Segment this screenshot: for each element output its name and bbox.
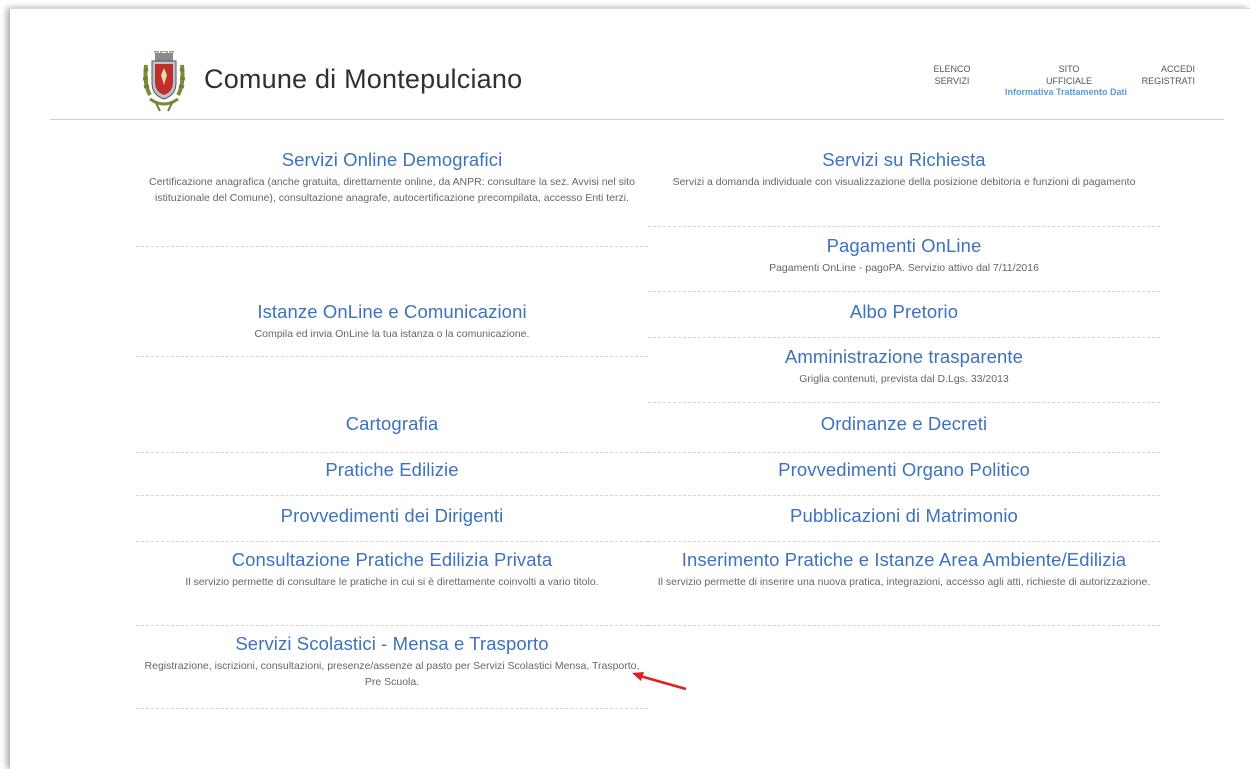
service-ordinanze-decreti: Ordinanze e Decreti [648,413,1160,453]
service-description: Pagamenti OnLine - pagoPA. Servizio atti… [769,262,1039,274]
service-provvedimenti-dirigenti: Provvedimenti dei Dirigenti [136,505,648,542]
service-title-link[interactable]: Provvedimenti Organo Politico [648,459,1160,481]
service-albo-pretorio: Albo Pretorio [648,301,1160,338]
nav-informativa-link[interactable]: Informativa Trattamento Dati [996,87,1136,97]
service-title-link[interactable]: Servizi Scolastici - Mensa e Trasporto [136,633,648,655]
service-title-link[interactable]: Pagamenti OnLine [648,235,1160,257]
service-provvedimenti-organo-politico: Provvedimenti Organo Politico [648,459,1160,496]
service-title-link[interactable]: Albo Pretorio [648,301,1160,323]
service-istanze-online: Istanze OnLine e Comunicazioni Compila e… [136,301,648,357]
coat-of-arms-icon[interactable] [136,51,192,113]
service-description: Servizi a domanda individuale con visual… [672,176,1136,188]
service-description: Il servizio permette di inserire una nuo… [657,576,1151,588]
service-pubblicazioni-matrimonio: Pubblicazioni di Matrimonio [648,505,1160,542]
service-consultazione-pratiche: Consultazione Pratiche Edilizia Privata … [136,549,648,626]
service-title-link[interactable]: Pratiche Edilizie [136,459,648,481]
service-description: Il servizio permette di consultare le pr… [185,576,599,588]
service-pagamenti-online: Pagamenti OnLine Pagamenti OnLine - pago… [648,235,1160,292]
page-frame: Comune di Montepulciano ELENCO SERVIZI S… [10,8,1250,769]
service-pratiche-edilizie: Pratiche Edilizie [136,459,648,496]
header-divider [50,119,1224,120]
service-title-link[interactable]: Servizi su Richiesta [648,149,1160,171]
nav-elenco-servizi[interactable]: ELENCO SERVIZI [932,63,972,87]
service-cartografia: Cartografia [136,413,648,453]
nav-elenco-line2: SERVIZI [934,76,970,86]
nav-sito-line1: SITO [1058,64,1080,74]
top-navigation: ELENCO SERVIZI SITO UFFICIALE ACCEDI REG… [910,63,1210,123]
service-title-link[interactable]: Ordinanze e Decreti [648,413,1160,435]
service-title-link[interactable]: Amministrazione trasparente [648,346,1160,368]
service-description: Registrazione, iscrizioni, consultazioni… [144,660,640,688]
service-description: Compila ed invia OnLine la tua istanza o… [254,328,530,340]
service-title-link[interactable]: Istanze OnLine e Comunicazioni [136,301,648,323]
service-description: Griglia contenuti, prevista dal D.Lgs. 3… [799,373,1009,385]
nav-accedi-line1: ACCEDI [1160,64,1195,74]
service-title-link[interactable]: Provvedimenti dei Dirigenti [136,505,648,527]
service-title-link[interactable]: Pubblicazioni di Matrimonio [648,505,1160,527]
service-amministrazione-trasparente: Amministrazione trasparente Griglia cont… [648,346,1160,403]
red-arrow-annotation-icon [632,672,687,691]
service-servizi-su-richiesta: Servizi su Richiesta Servizi a domanda i… [648,149,1160,227]
service-title-link[interactable]: Inserimento Pratiche e Istanze Area Ambi… [648,549,1160,571]
service-servizi-scolastici: Servizi Scolastici - Mensa e Trasporto R… [136,633,648,709]
service-title-link[interactable]: Consultazione Pratiche Edilizia Privata [136,549,648,571]
nav-accedi-line2: REGISTRATI [1141,76,1195,86]
nav-elenco-line1: ELENCO [933,64,971,74]
site-title: Comune di Montepulciano [204,64,523,94]
service-servizi-online-demografici: Servizi Online Demografici Certificazion… [136,149,648,247]
service-title-link[interactable]: Cartografia [136,413,648,435]
service-title-link[interactable]: Servizi Online Demografici [136,149,648,171]
nav-sito-line2: UFFICIALE [1045,76,1092,86]
site-header: Comune di Montepulciano ELENCO SERVIZI S… [10,9,1250,119]
service-description: Certificazione anagrafica (anche gratuit… [149,176,635,204]
nav-accedi-registrati[interactable]: ACCEDI REGISTRATI [1115,63,1195,87]
service-inserimento-pratiche: Inserimento Pratiche e Istanze Area Ambi… [648,549,1160,626]
nav-sito-ufficiale[interactable]: SITO UFFICIALE [1038,63,1100,87]
